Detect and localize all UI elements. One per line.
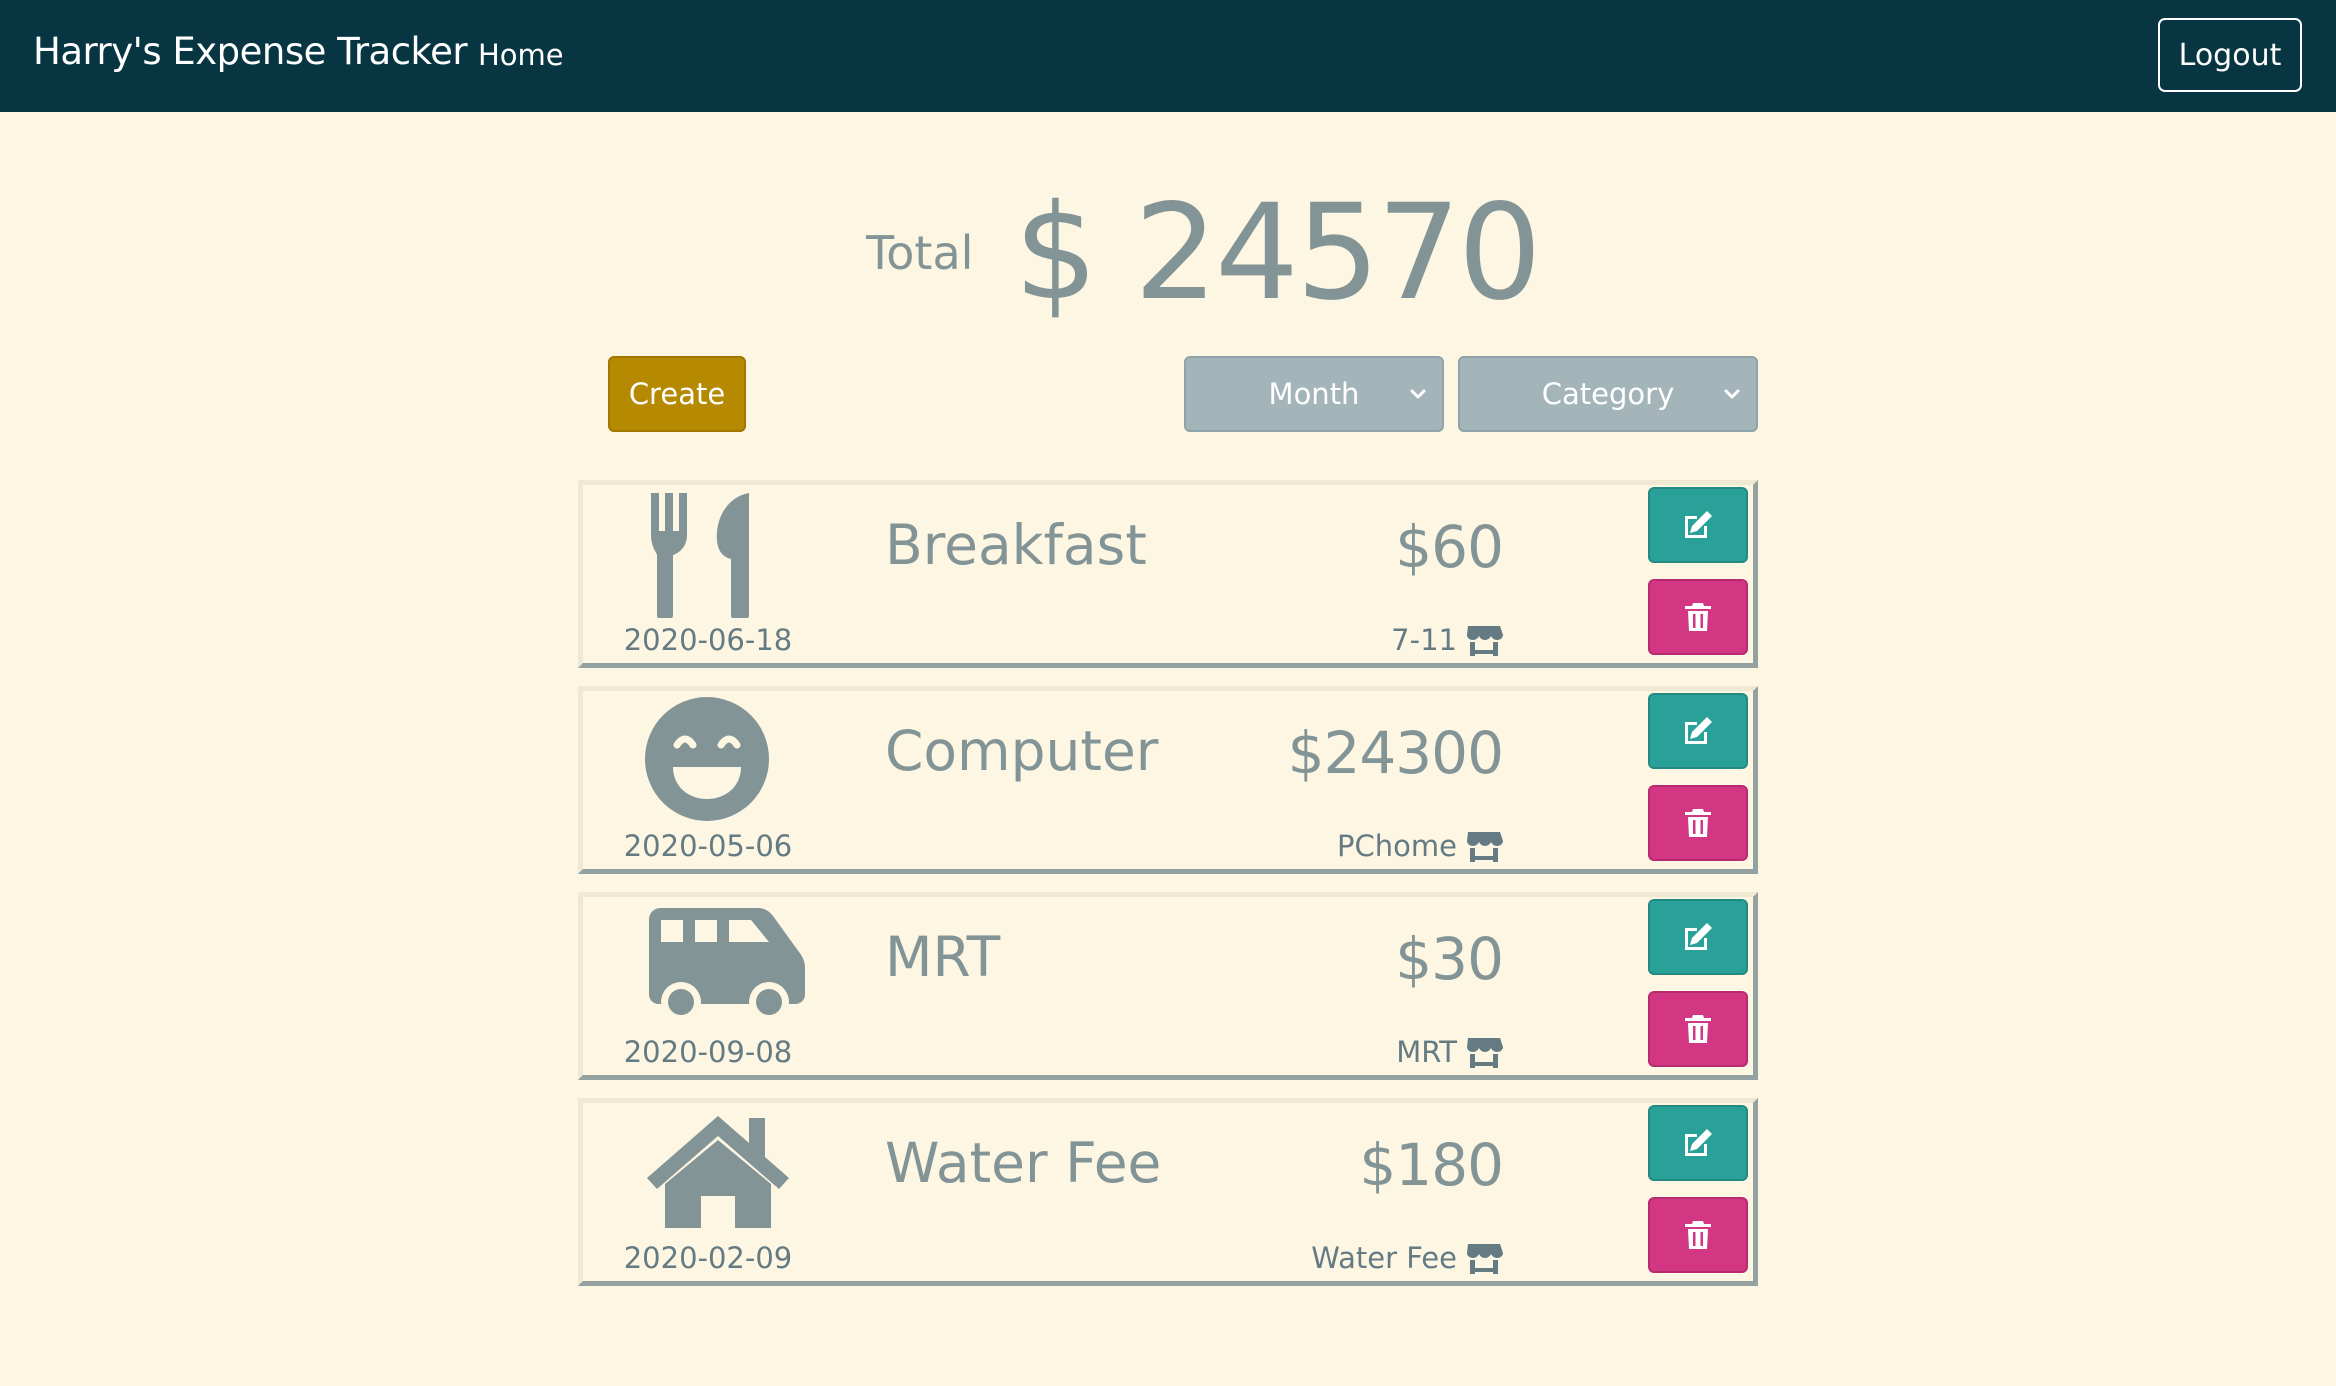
record-item: 2020-02-09 Water Fee $180 Water Fee <box>578 1098 1758 1286</box>
edit-icon <box>1685 923 1712 950</box>
record-date: 2020-05-06 <box>623 829 793 863</box>
record-merchant: 7-11 <box>1391 623 1503 657</box>
record-date: 2020-06-18 <box>623 623 793 657</box>
trash-icon <box>1685 1221 1711 1249</box>
record-name: Computer <box>885 719 1159 783</box>
total-label: Total <box>866 226 974 280</box>
category-select-value: Category <box>1541 377 1675 411</box>
record-amount: $24300 <box>1287 719 1504 787</box>
edit-button[interactable] <box>1648 693 1748 769</box>
record-name: MRT <box>885 925 1001 989</box>
trash-icon <box>1685 603 1711 631</box>
store-icon <box>1467 1038 1503 1068</box>
record-amount: $180 <box>1359 1131 1504 1199</box>
record-merchant: PChome <box>1337 829 1503 863</box>
edit-button[interactable] <box>1648 899 1748 975</box>
total-amount: $ 24570 <box>1014 176 1542 330</box>
brand-title[interactable]: Harry's Expense Tracker <box>33 30 468 73</box>
logout-button[interactable]: Logout <box>2158 18 2302 92</box>
edit-button[interactable] <box>1648 487 1748 563</box>
merchant-label: 7-11 <box>1391 623 1457 657</box>
category-select[interactable]: Category <box>1458 356 1758 432</box>
bus-icon <box>643 897 813 1032</box>
record-date: 2020-09-08 <box>623 1035 793 1069</box>
record-date: 2020-02-09 <box>623 1241 793 1275</box>
delete-button[interactable] <box>1648 579 1748 655</box>
record-item: 2020-05-06 Computer $24300 PChome <box>578 686 1758 874</box>
record-name: Water Fee <box>885 1131 1162 1195</box>
home-icon <box>643 1103 813 1238</box>
record-merchant: Water Fee <box>1311 1241 1503 1275</box>
store-icon <box>1467 832 1503 862</box>
delete-button[interactable] <box>1648 785 1748 861</box>
utensils-icon <box>643 485 813 620</box>
store-icon <box>1467 626 1503 656</box>
merchant-label: Water Fee <box>1311 1241 1457 1275</box>
month-select[interactable]: Month <box>1184 356 1444 432</box>
merchant-label: PChome <box>1337 829 1457 863</box>
chevron-down-icon <box>1410 389 1426 399</box>
trash-icon <box>1685 1015 1711 1043</box>
record-amount: $30 <box>1395 925 1504 993</box>
record-item: 2020-09-08 MRT $30 MRT <box>578 892 1758 1080</box>
create-button[interactable]: Create <box>608 356 746 432</box>
merchant-label: MRT <box>1396 1035 1457 1069</box>
nav-link-home[interactable]: Home <box>478 38 564 72</box>
edit-icon <box>1685 1129 1712 1156</box>
trash-icon <box>1685 809 1711 837</box>
edit-icon <box>1685 511 1712 538</box>
chevron-down-icon <box>1724 389 1740 399</box>
record-item: 2020-06-18 Breakfast $60 7-11 <box>578 480 1758 668</box>
smile-icon <box>643 691 813 826</box>
edit-button[interactable] <box>1648 1105 1748 1181</box>
edit-icon <box>1685 717 1712 744</box>
delete-button[interactable] <box>1648 1197 1748 1273</box>
month-select-value: Month <box>1268 377 1360 411</box>
record-merchant: MRT <box>1396 1035 1503 1069</box>
store-icon <box>1467 1244 1503 1274</box>
delete-button[interactable] <box>1648 991 1748 1067</box>
navbar: Harry's Expense Tracker Home Logout <box>0 0 2336 112</box>
record-amount: $60 <box>1395 513 1504 581</box>
record-name: Breakfast <box>885 513 1147 577</box>
